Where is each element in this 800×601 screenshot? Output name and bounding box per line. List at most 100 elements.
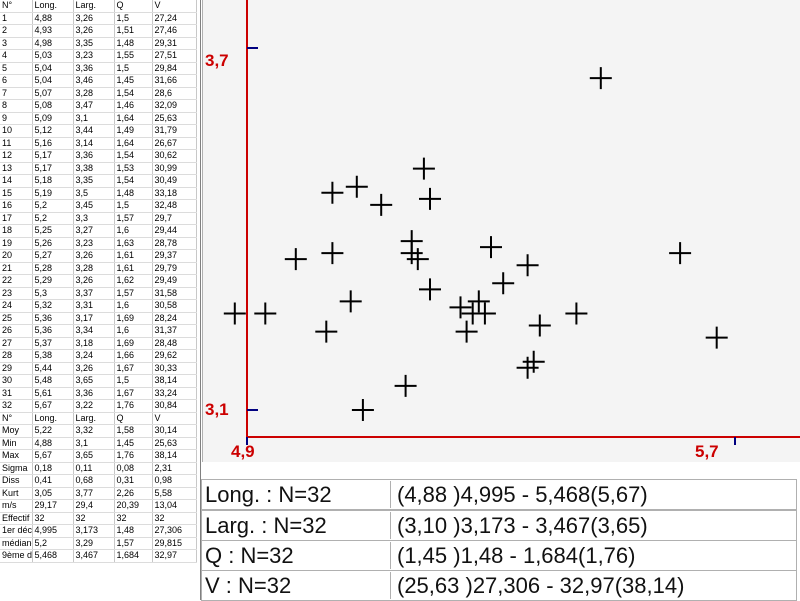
- table-cell: 1,76: [114, 449, 153, 463]
- table-row: 31 5,61 3,36 1,67 33,24: [0, 387, 197, 400]
- summary-header-row: N° Long. Larg. Q V: [0, 412, 197, 425]
- table-cell: 5,48: [32, 374, 74, 388]
- table-cell: 3,26: [73, 362, 115, 375]
- table-cell: 9: [0, 112, 33, 125]
- table-cell: 5,2: [32, 212, 74, 225]
- table-cell: 27: [0, 337, 33, 350]
- table-cell: 26: [0, 324, 33, 338]
- table-row: 20 5,27 3,26 1,61 29,37: [0, 249, 197, 263]
- table-cell: 29,79: [152, 262, 197, 275]
- table-cell: 1,57: [114, 287, 153, 300]
- table-row: 28 5,38 3,24 1,66 29,62: [0, 349, 197, 363]
- table-row: 29 5,44 3,26 1,67 30,33: [0, 362, 197, 375]
- table-cell: 7: [0, 87, 33, 100]
- table-cell: 5,468: [32, 549, 74, 563]
- table-cell: 1,49: [114, 124, 153, 138]
- y-tick-label: 3,7: [205, 51, 229, 70]
- table-cell: 3,24: [73, 349, 115, 363]
- table-cell: 3,36: [73, 149, 115, 163]
- table-cell: 1,69: [114, 312, 153, 325]
- table-cell: 1,5: [114, 12, 153, 25]
- table-cell: 3,31: [73, 299, 115, 313]
- table-cell: 5,22: [32, 424, 74, 438]
- table-row: 23 5,3 3,37 1,57 31,58: [0, 287, 197, 300]
- stats-label: Long. : N=32: [205, 482, 332, 507]
- table-cell: 3,46: [73, 74, 115, 88]
- table-cell: 1,57: [114, 537, 153, 550]
- table-cell: 1,64: [114, 137, 153, 150]
- table-cell: Sigma: [0, 462, 33, 475]
- table-cell: 13,04: [152, 499, 197, 513]
- table-row: 3 4,98 3,35 1,48 29,31: [0, 37, 197, 50]
- table-row: 21 5,28 3,28 1,61 29,79: [0, 262, 197, 275]
- table-cell: 1,5: [114, 199, 153, 213]
- stats-range: (1,45 )1,48 - 1,684(1,76): [390, 542, 797, 569]
- table-row: 14 5,18 3,35 1,54 30,49: [0, 174, 197, 188]
- stats-label: Q : N=32: [205, 543, 294, 568]
- table-cell: 29,31: [152, 37, 197, 50]
- data-point: [516, 254, 539, 277]
- table-cell: 3,65: [73, 449, 115, 463]
- table-cell: 5,16: [32, 137, 74, 150]
- table-cell: 1,6: [114, 299, 153, 313]
- table-cell: 3,35: [73, 37, 115, 50]
- summary-row: Max 5,67 3,65 1,76 38,14: [0, 449, 197, 463]
- data-point: [492, 272, 515, 295]
- table-cell: 8: [0, 99, 33, 113]
- table-cell: 28,6: [152, 87, 197, 100]
- table-cell: 30,58: [152, 299, 197, 313]
- table-cell: 1,53: [114, 162, 153, 175]
- table-cell: 1,45: [114, 74, 153, 88]
- table-cell: 14: [0, 174, 33, 188]
- table-header-row: N° Long. Larg. Q V: [0, 0, 197, 13]
- table-cell: 5: [0, 62, 33, 75]
- table-cell: Long.: [32, 412, 74, 425]
- table-cell: 31,37: [152, 324, 197, 338]
- summary-row: médiane5,23,291,5729,815: [0, 537, 197, 550]
- table-row: 19 5,26 3,23 1,63 28,78: [0, 237, 197, 250]
- table-cell: 0,68: [73, 474, 115, 488]
- data-point: [370, 193, 393, 216]
- table-cell: 29,7: [152, 212, 197, 225]
- table-cell: 15: [0, 187, 33, 200]
- table-cell: 5,17: [32, 162, 74, 175]
- table-cell: 23: [0, 287, 33, 300]
- table-cell: 30,33: [152, 362, 197, 375]
- table-cell: 1,5: [114, 374, 153, 388]
- table-cell: 3,3: [73, 212, 115, 225]
- data-point: [284, 248, 307, 271]
- table-row: 16 5,2 3,45 1,5 32,48: [0, 199, 197, 213]
- table-cell: 21: [0, 262, 33, 275]
- table-cell: 25,63: [152, 112, 197, 125]
- table-row: 8 5,08 3,47 1,46 32,09: [0, 99, 197, 113]
- table-cell: 0,41: [32, 474, 74, 488]
- table-cell: 3,173: [73, 524, 115, 538]
- table-cell: 29,49: [152, 274, 197, 288]
- table-row: 2 4,93 3,26 1,51 27,46: [0, 24, 197, 38]
- table-cell: 5,12: [32, 124, 74, 138]
- table-cell: 9ème décile: [0, 549, 33, 563]
- table-cell: 25: [0, 312, 33, 325]
- table-cell: 5,07: [32, 87, 74, 100]
- table-cell: 5,36: [32, 324, 74, 338]
- table-cell: 1,51: [114, 24, 153, 38]
- table-cell: 1,55: [114, 49, 153, 63]
- table-row: 1 4,88 3,26 1,5 27,24: [0, 12, 197, 25]
- data-point: [528, 314, 551, 337]
- table-cell: 3,22: [73, 399, 115, 413]
- table-cell: Max: [0, 449, 33, 463]
- table-cell: 5,26: [32, 237, 74, 250]
- table-cell: 1,6: [114, 224, 153, 238]
- table-cell: 38,14: [152, 374, 197, 388]
- table-cell: 5,29: [32, 274, 74, 288]
- table-cell: Min: [0, 437, 33, 450]
- table-cell: 28: [0, 349, 33, 363]
- stats-row-q: Q : N=32 (1,45 )1,48 - 1,684(1,76): [201, 540, 797, 571]
- table-cell: 5,03: [32, 49, 74, 63]
- stats-label: V : N=32: [205, 573, 292, 598]
- table-row: 26 5,36 3,34 1,6 31,37: [0, 324, 197, 338]
- table-cell: 3,1: [73, 437, 115, 450]
- table-cell: Moy: [0, 424, 33, 438]
- table-row: 5 5,04 3,36 1,5 29,84: [0, 62, 197, 75]
- table-cell: 3,26: [73, 24, 115, 38]
